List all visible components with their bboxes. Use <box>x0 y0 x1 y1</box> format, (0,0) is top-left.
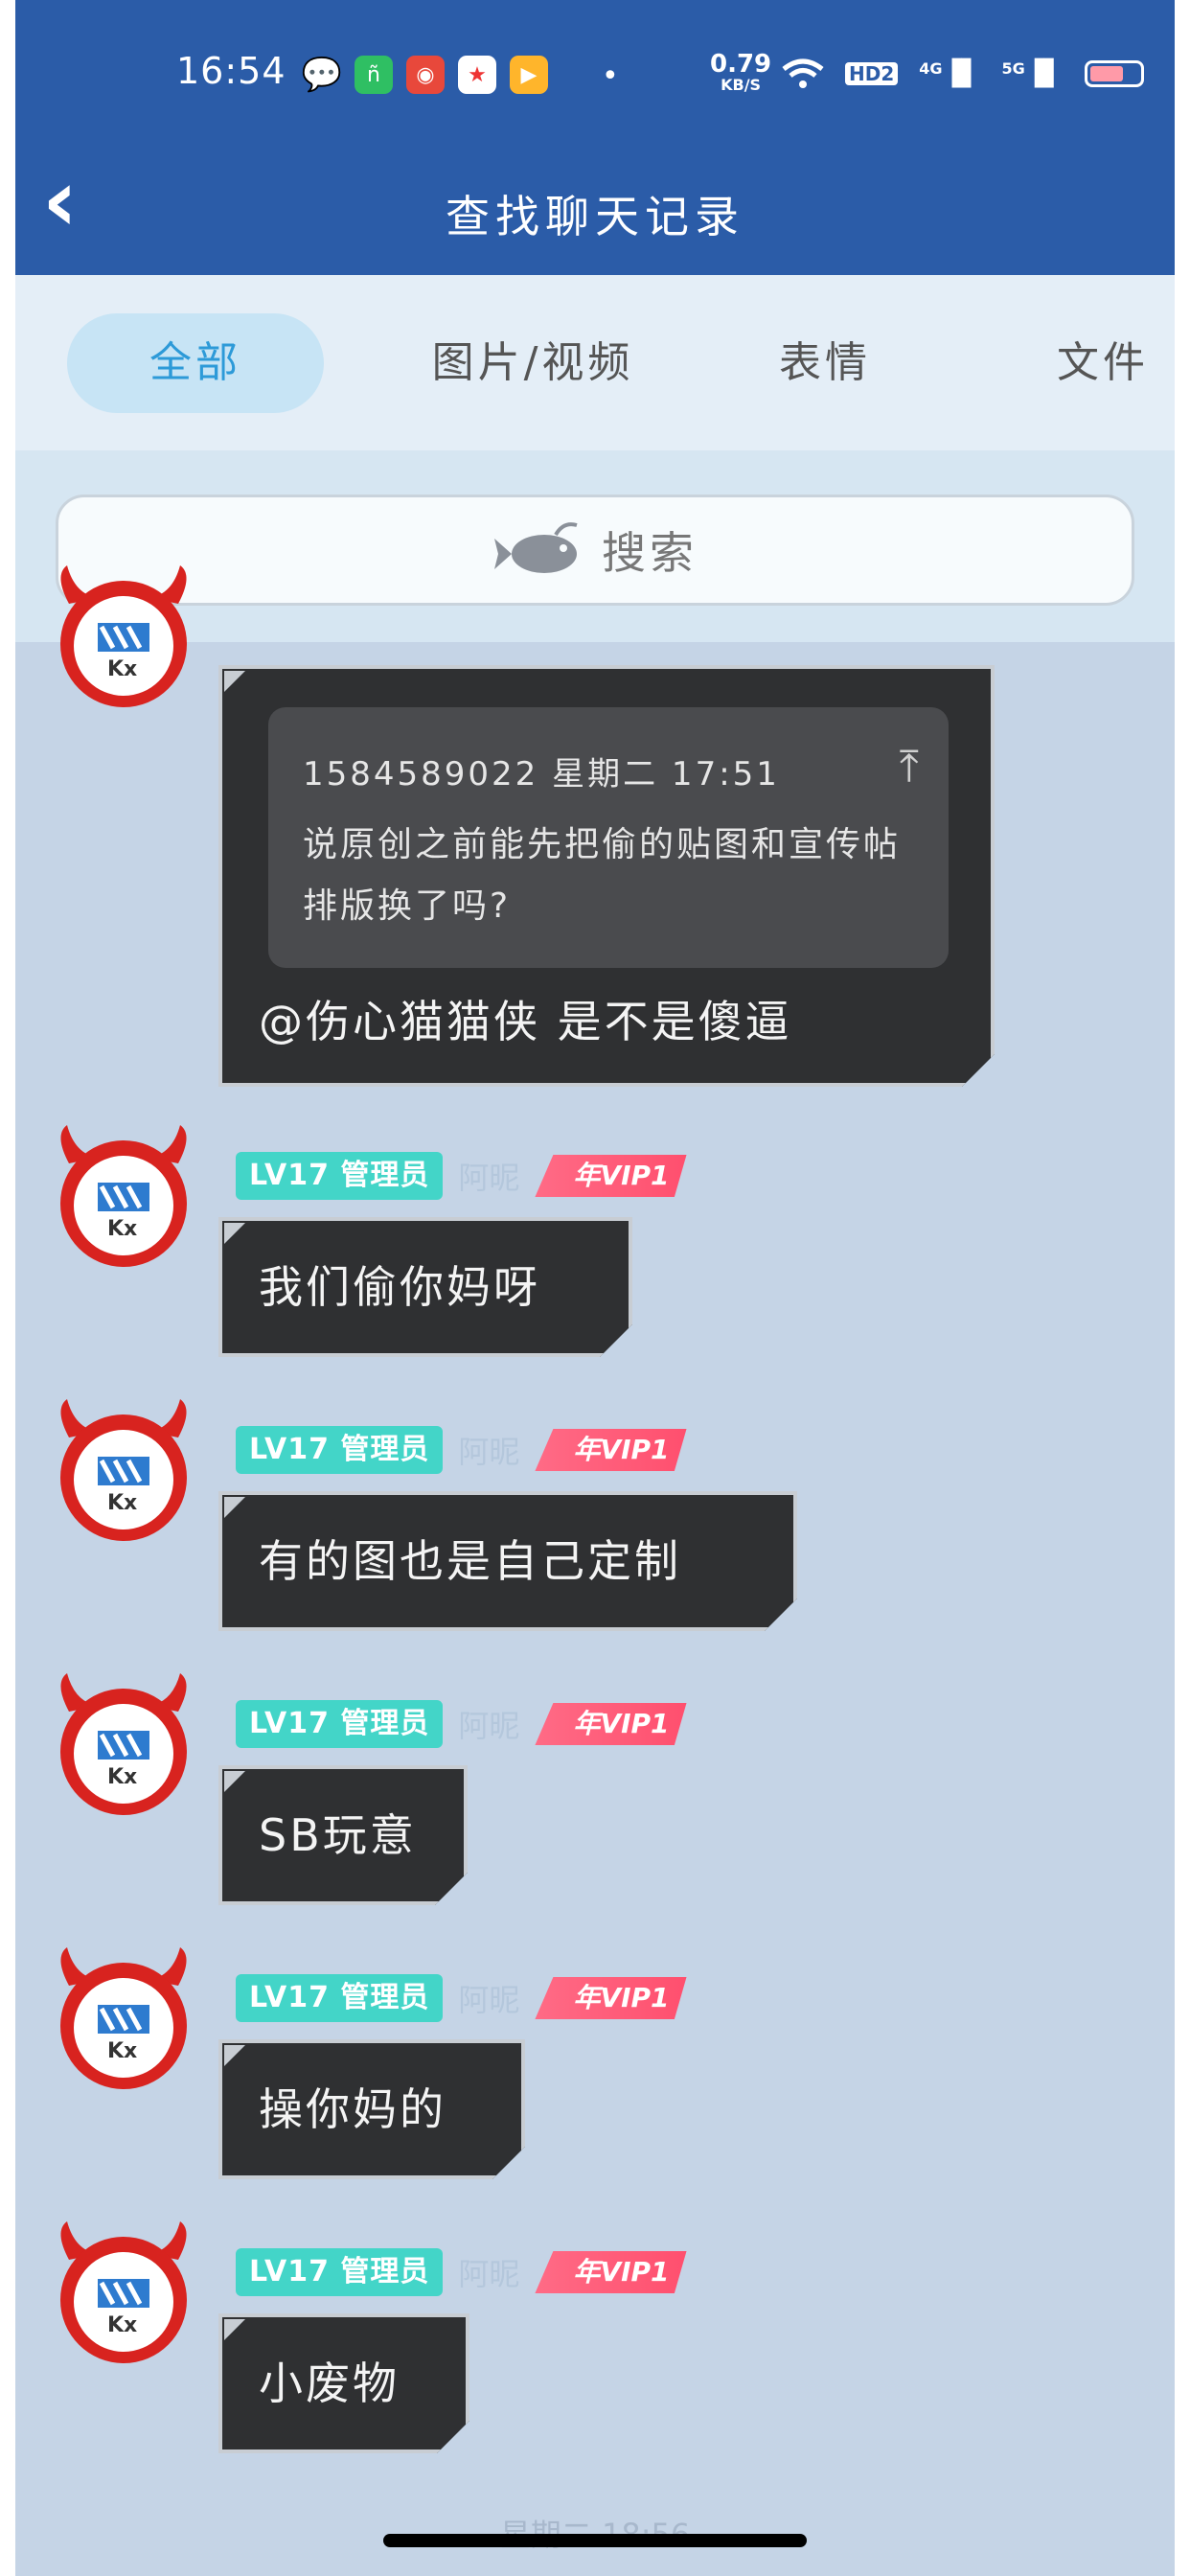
battery-icon <box>1084 60 1144 87</box>
more-notifications-icon: • <box>602 59 619 93</box>
network-speed-value: 0.79 <box>710 50 772 79</box>
sim1-label: 4G <box>919 59 943 78</box>
message-bubble[interactable]: SB玩意 <box>218 1765 468 1905</box>
pin-up-icon[interactable]: ⤒ <box>900 740 922 794</box>
star-app-icon: ★ <box>458 56 496 94</box>
message-bubble[interactable]: 有的图也是自己定制 <box>218 1491 797 1631</box>
status-time: 16:54 <box>176 50 286 92</box>
message-bubble[interactable]: 我们偷你妈呀 <box>218 1217 632 1357</box>
quote-header: 1584589022 星期二 17:51 <box>303 755 780 794</box>
sender-nickname[interactable]: 阿昵 <box>458 2250 519 2294</box>
avatar-text: Kx <box>107 1765 138 1789</box>
vip-badge: 年VIP1 <box>535 1155 687 1197</box>
vip-badge: 年VIP1 <box>535 2251 687 2293</box>
video-app-icon: ▶ <box>510 56 548 94</box>
message-list: Kx 1584589022 星期二 17:51 ⤒ 说原创之前能先把偷的贴图和宣… <box>15 565 1175 2576</box>
status-bar: 16:54 💬 ñ ◉ ★ ▶ • 0.79 KB/S HD2 4G▐▌ 5G▐… <box>15 0 1175 153</box>
avatar-text: Kx <box>107 2039 138 2063</box>
vip-badge: 年VIP1 <box>535 1429 687 1471</box>
level-badge: LV17 管理员 <box>236 1426 444 1474</box>
app-green-icon: ñ <box>355 56 393 94</box>
notification-icons: 💬 ñ ◉ ★ ▶ <box>301 56 548 94</box>
level-badge: LV17 管理员 <box>236 1974 444 2022</box>
vip-badge: 年VIP1 <box>535 1977 687 2019</box>
tab-files[interactable]: 文件 <box>1041 313 1165 413</box>
wifi-icon <box>782 58 824 88</box>
message-text: @伤心猫猫侠 是不是傻逼 <box>259 996 792 1047</box>
sender-meta: LV17 管理员 阿昵 年VIP1 <box>236 1698 687 1750</box>
message-bubble[interactable]: 操你妈的 <box>218 2039 525 2179</box>
devil-avatar-icon <box>60 1673 187 1815</box>
devil-avatar-icon <box>60 1399 187 1541</box>
search-input[interactable]: 搜索 <box>56 494 1134 606</box>
quote-body: 说原创之前能先把偷的贴图和宣传帖排版换了吗? <box>303 825 902 926</box>
sender-nickname[interactable]: 阿昵 <box>458 1702 519 1746</box>
nav-bar: ‹ 查找聊天记录 <box>15 153 1175 275</box>
system-icons: HD2 4G▐▌ 5G▐▌ <box>782 58 1144 90</box>
sim2-label: 5G <box>1001 59 1025 78</box>
hd-icon: HD2 <box>845 62 899 85</box>
devil-avatar-icon <box>60 2221 187 2363</box>
app-frame: 16:54 💬 ñ ◉ ★ ▶ • 0.79 KB/S HD2 4G▐▌ 5G▐… <box>15 0 1175 2576</box>
avatar[interactable]: Kx <box>52 1399 195 1543</box>
avatar[interactable]: Kx <box>52 2221 195 2365</box>
tab-stickers[interactable]: 表情 <box>763 313 887 413</box>
avatar-text: Kx <box>107 2313 138 2337</box>
avatar[interactable]: Kx <box>52 565 195 709</box>
devil-avatar-icon <box>60 565 187 707</box>
network-speed: 0.79 KB/S <box>710 50 772 96</box>
signal-4g-icon: 4G▐▌ <box>919 59 981 88</box>
wechat-icon: 💬 <box>301 56 343 94</box>
signal-5g-icon: 5G▐▌ <box>1001 59 1064 88</box>
avatar[interactable]: Kx <box>52 1673 195 1817</box>
filter-tabs: 全部 图片/视频 表情 文件 <box>15 275 1175 450</box>
message-text: 小废物 <box>259 2358 400 2409</box>
sender-meta: LV17 管理员 阿昵 年VIP1 <box>236 1424 687 1476</box>
level-badge: LV17 管理员 <box>236 2248 444 2296</box>
message-bubble[interactable]: 小废物 <box>218 2313 469 2453</box>
header: 16:54 💬 ñ ◉ ★ ▶ • 0.79 KB/S HD2 4G▐▌ 5G▐… <box>15 0 1175 275</box>
avatar-text: Kx <box>107 657 138 681</box>
avatar-text: Kx <box>107 1491 138 1515</box>
devil-avatar-icon <box>60 1125 187 1267</box>
vip-badge: 年VIP1 <box>535 1703 687 1745</box>
weibo-icon: ◉ <box>406 56 445 94</box>
search-fish-icon <box>494 522 578 573</box>
sender-nickname[interactable]: 阿昵 <box>458 1154 519 1198</box>
sender-nickname[interactable]: 阿昵 <box>458 1428 519 1472</box>
quoted-message[interactable]: 1584589022 星期二 17:51 ⤒ 说原创之前能先把偷的贴图和宣传帖排… <box>268 707 949 968</box>
date-separator: 星期二 18:56 <box>15 2511 1175 2555</box>
message-text: 我们偷你妈呀 <box>259 1261 540 1313</box>
devil-avatar-icon <box>60 1947 187 2089</box>
sender-meta: LV17 管理员 阿昵 年VIP1 <box>236 1972 687 2024</box>
sender-meta: LV17 管理员 阿昵 年VIP1 <box>236 2246 687 2298</box>
avatar[interactable]: Kx <box>52 1125 195 1269</box>
tab-images-videos[interactable]: 图片/视频 <box>389 313 676 413</box>
sender-meta: LV17 管理员 阿昵 年VIP1 <box>236 1150 687 1202</box>
message-bubble[interactable]: 1584589022 星期二 17:51 ⤒ 说原创之前能先把偷的贴图和宣传帖排… <box>218 665 995 1087</box>
level-badge: LV17 管理员 <box>236 1152 444 1200</box>
search-placeholder: 搜索 <box>602 527 698 579</box>
avatar-text: Kx <box>107 1217 138 1241</box>
page-title: 查找聊天记录 <box>446 191 744 242</box>
tab-all[interactable]: 全部 <box>67 313 324 413</box>
message-text: 有的图也是自己定制 <box>259 1535 681 1587</box>
message-text: SB玩意 <box>259 1809 417 1861</box>
sender-nickname[interactable]: 阿昵 <box>458 1976 519 2020</box>
message-text: 操你妈的 <box>259 2083 446 2135</box>
home-indicator[interactable] <box>383 2534 807 2547</box>
level-badge: LV17 管理员 <box>236 1700 444 1748</box>
avatar[interactable]: Kx <box>52 1947 195 2091</box>
